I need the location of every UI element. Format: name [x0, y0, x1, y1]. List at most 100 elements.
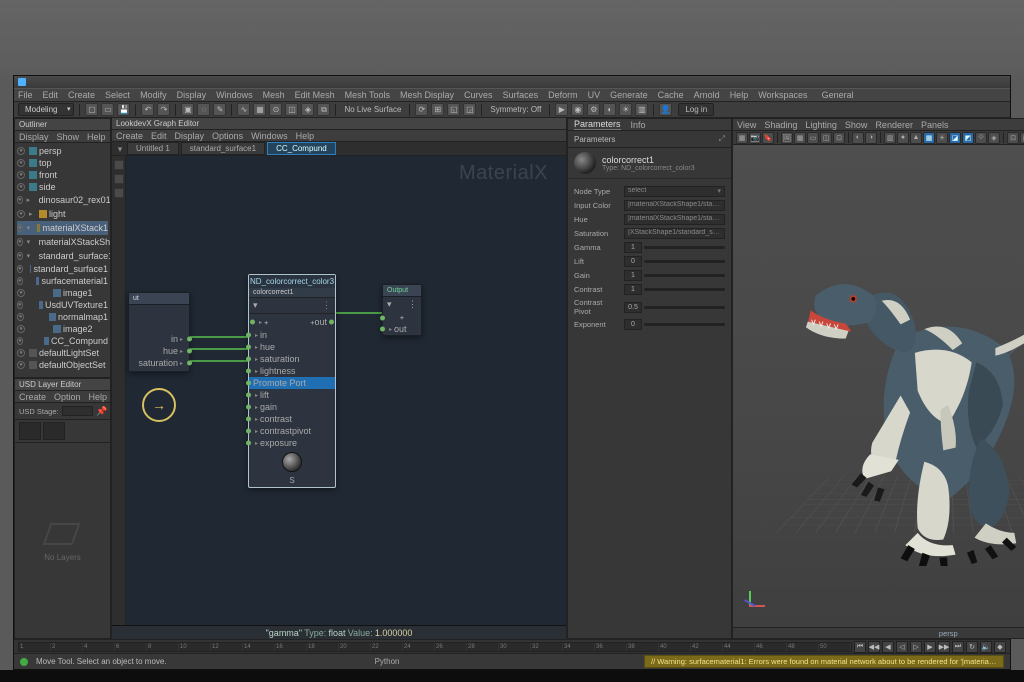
outliner-item[interactable]: ●standard_surface1	[17, 249, 108, 263]
output-port-plus[interactable]: +	[383, 312, 421, 323]
select-icon[interactable]: ▣	[181, 103, 194, 116]
outliner-item[interactable]: ●dinosaur02_rex01_01	[17, 193, 108, 207]
menu-display[interactable]: Display	[177, 90, 207, 100]
menu-meshdisplay[interactable]: Mesh Display	[400, 90, 454, 100]
graph-tool-1-icon[interactable]	[114, 160, 124, 170]
viewport-canvas[interactable]: persp	[733, 145, 1024, 627]
live-surface-label[interactable]: No Live Surface	[344, 105, 401, 114]
outliner-item[interactable]: ●standard_surface1	[17, 263, 108, 275]
param-value[interactable]: 1	[624, 284, 642, 295]
port-in[interactable]: ▸in	[249, 329, 335, 341]
menu-deform[interactable]: Deform	[548, 90, 578, 100]
usd-stage-dropdown[interactable]	[62, 406, 93, 416]
outliner-item[interactable]: ●surfacematerial1	[17, 275, 108, 287]
param-value[interactable]: 0.5	[624, 302, 642, 313]
param-value[interactable]: 0	[624, 256, 642, 267]
menu-modify[interactable]: Modify	[140, 90, 167, 100]
snap-curve-icon[interactable]: ∿	[237, 103, 250, 116]
graph-tool-2-icon[interactable]	[114, 174, 124, 184]
vp-cam-icon[interactable]: 📷	[749, 132, 761, 144]
outliner-item[interactable]: ●CC_Compund	[17, 335, 108, 347]
vp-shadow-icon[interactable]: ◪	[949, 132, 961, 144]
account-icon[interactable]: 👤	[659, 103, 672, 116]
outliner-item[interactable]: ●image1	[17, 287, 108, 299]
port-hue[interactable]: ▸hue	[249, 341, 335, 353]
vp-menu-shading[interactable]: Shading	[764, 120, 797, 130]
lk-menu-edit[interactable]: Edit	[151, 131, 167, 141]
play-next-icon[interactable]: ▶	[924, 641, 936, 653]
lk-menu-windows[interactable]: Windows	[251, 131, 288, 141]
vp-light-icon[interactable]: ☀	[936, 132, 948, 144]
vp-gate-icon[interactable]: ◫	[820, 132, 832, 144]
render-icon[interactable]: ▶	[555, 103, 568, 116]
vp-ao-icon[interactable]: ◩	[962, 132, 974, 144]
port-out-saturation[interactable]: saturation▸	[129, 357, 189, 369]
vp-select-icon[interactable]: ▦	[736, 132, 748, 144]
vp-menu-lighting[interactable]: Lighting	[805, 120, 837, 130]
vp-aa-icon[interactable]: ◈	[988, 132, 1000, 144]
history-icon[interactable]: ⟳	[415, 103, 428, 116]
construction-icon[interactable]: ⊞	[431, 103, 444, 116]
outliner-item[interactable]: ●UsdUVTexture1	[17, 299, 108, 311]
menu-uv[interactable]: UV	[588, 90, 601, 100]
param-field[interactable]: |XStackShape1/standard_surface1/CC_Compu…	[624, 228, 725, 239]
outliner-item[interactable]: ●side	[17, 181, 108, 193]
vp-flat-icon[interactable]: ▲	[910, 132, 922, 144]
menu-mesh[interactable]: Mesh	[263, 90, 285, 100]
node-collapse-toggle[interactable]: ▾⋮	[249, 298, 335, 314]
vp-menu-view[interactable]: View	[737, 120, 756, 130]
outliner-item[interactable]: ●persp	[17, 145, 108, 157]
outliner-item[interactable]: ●defaultObjectSet	[17, 359, 108, 371]
timeline[interactable]: 1246810121416182022242628303234363840424…	[14, 639, 1010, 653]
dinosaur-mesh[interactable]	[758, 206, 1024, 566]
snap-view-icon[interactable]: ◈	[301, 103, 314, 116]
outliner-item[interactable]: ●light	[17, 207, 108, 221]
error-message[interactable]: // Warning: surfacematerial1: Errors wer…	[644, 655, 1004, 668]
compass-icon[interactable]	[142, 388, 176, 422]
play-start-icon[interactable]: ⏮	[854, 641, 866, 653]
port-lightness[interactable]: ▸lightness	[249, 365, 335, 377]
symmetry-label[interactable]: Symmetry: Off	[490, 105, 541, 114]
output-port-out[interactable]: ▸out	[383, 323, 421, 335]
loop-icon[interactable]: ↻	[966, 641, 978, 653]
vp-iso-icon[interactable]: ⊡	[1007, 132, 1019, 144]
colorcorrect-node[interactable]: ND_colorcorrect_color3 colorcorrect1 ▾⋮ …	[248, 274, 336, 488]
panel-icon[interactable]: ▥	[635, 103, 648, 116]
play-prevkey-icon[interactable]: ◀◀	[868, 641, 880, 653]
play-end-icon[interactable]: ⏭	[952, 641, 964, 653]
port-out[interactable]: + out	[306, 316, 331, 328]
menu-cache[interactable]: Cache	[658, 90, 684, 100]
vp-tex-icon[interactable]: ▦	[923, 132, 935, 144]
menu-file[interactable]: File	[18, 90, 33, 100]
menu-arnold[interactable]: Arnold	[694, 90, 720, 100]
mode-dropdown[interactable]: Modeling	[18, 103, 74, 116]
menu-generate[interactable]: Generate	[610, 90, 648, 100]
ipr-icon[interactable]: ◉	[571, 103, 584, 116]
lk-menu-options[interactable]: Options	[212, 131, 243, 141]
lighteditor-icon[interactable]: ☀	[619, 103, 632, 116]
play-forward-icon[interactable]: ▷	[910, 641, 922, 653]
outliner-item[interactable]: ●materialXStack1	[17, 221, 108, 235]
port-plus-in[interactable]: ▸+	[253, 316, 272, 328]
vp-smooth-icon[interactable]: ●	[897, 132, 909, 144]
port-context-promote[interactable]: Promote Port	[249, 377, 335, 389]
vp-film-icon[interactable]: ▭	[807, 132, 819, 144]
param-slider[interactable]	[644, 323, 725, 326]
param-value[interactable]: 1	[624, 270, 642, 281]
menu-select[interactable]: Select	[105, 90, 130, 100]
snap-grid-icon[interactable]: ▦	[253, 103, 266, 116]
tab-info[interactable]: Info	[631, 120, 646, 130]
outliner-item[interactable]: ●front	[17, 169, 108, 181]
vp-shade2-icon[interactable]: ◑	[865, 132, 877, 144]
param-slider[interactable]	[644, 288, 725, 291]
graph-tool-3-icon[interactable]	[114, 188, 124, 198]
port-contrastpivot[interactable]: ▸contrastpivot	[249, 425, 335, 437]
redo-icon[interactable]: ↷	[157, 103, 170, 116]
menu-windows[interactable]: Windows	[216, 90, 253, 100]
magnet-icon[interactable]: ⧉	[317, 103, 330, 116]
menu-meshtools[interactable]: Mesh Tools	[345, 90, 390, 100]
port-contrast[interactable]: ▸contrast	[249, 413, 335, 425]
param-slider[interactable]	[644, 306, 725, 309]
lk-menu-create[interactable]: Create	[116, 131, 143, 141]
rendersettings-icon[interactable]: ⚙	[587, 103, 600, 116]
